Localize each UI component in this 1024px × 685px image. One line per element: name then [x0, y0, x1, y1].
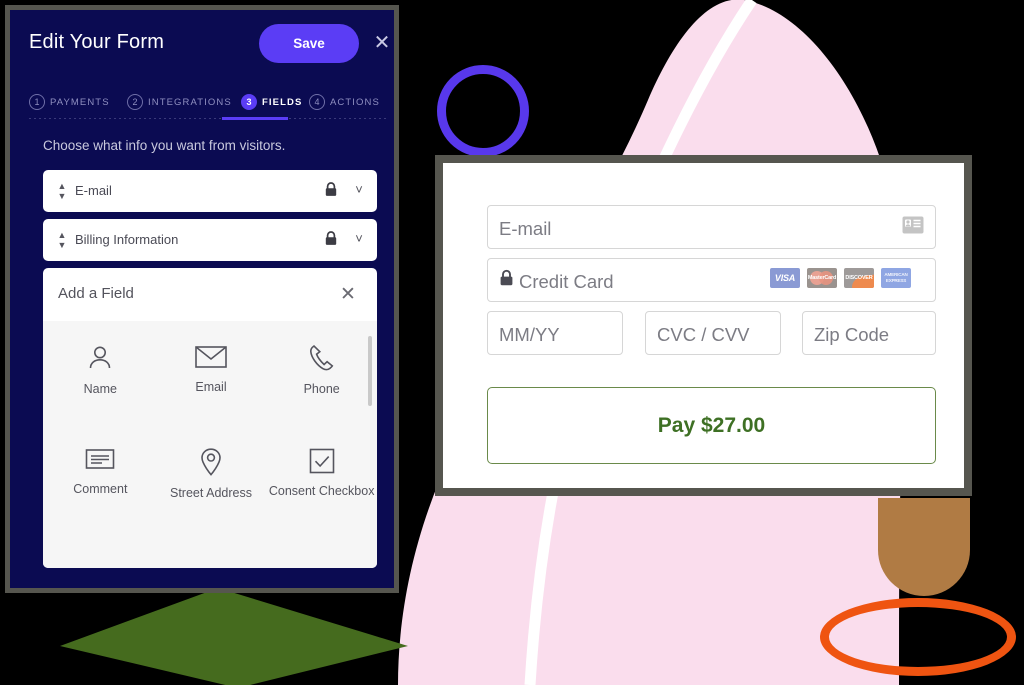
mastercard-logo-text: MasterCard	[807, 275, 837, 281]
cvc-placeholder: CVC / CVV	[657, 324, 750, 345]
field-tile-label: Name	[83, 382, 117, 396]
step-tabs: 1 PAYMENTS 2 INTEGRATIONS 3 FIELDS 4 ACT…	[29, 94, 387, 120]
expiry-placeholder: MM/YY	[499, 324, 560, 345]
visa-logo-text: VISA	[774, 273, 796, 283]
brown-rounded-shape-decoration	[878, 498, 970, 596]
checkout-preview-panel: E-mail Credit Card VISA MasterCard DISCO…	[435, 155, 972, 496]
close-icon[interactable]: ✕	[337, 284, 359, 306]
add-field-title: Add a Field	[58, 285, 134, 302]
field-tile-label: Comment	[73, 482, 128, 496]
field-tile-name[interactable]: Name	[45, 335, 156, 439]
discover-logo-icon: DISCOVER	[844, 268, 874, 288]
visa-logo-icon: VISA	[770, 268, 800, 288]
card-brand-logos: VISA MasterCard DISCOVER AMERICAN EXPRES…	[770, 268, 911, 288]
field-tile-street-address[interactable]: Street Address	[156, 439, 267, 543]
editor-subtitle: Choose what info you want from visitors.	[43, 138, 286, 153]
editor-header: Edit Your Form Save ✕	[10, 10, 394, 82]
tab-payments[interactable]: 1 PAYMENTS	[29, 94, 110, 110]
phone-icon	[309, 344, 334, 371]
form-field-row[interactable]: ▲ ▼ Billing Information ˅	[43, 219, 377, 261]
page-title: Edit Your Form	[29, 31, 165, 53]
comment-lines-icon	[86, 449, 115, 469]
person-icon	[90, 346, 111, 369]
sort-handle-icon[interactable]: ▲ ▼	[56, 181, 68, 201]
contact-card-icon[interactable]	[902, 216, 924, 239]
email-placeholder: E-mail	[499, 218, 552, 239]
discover-logo-text: DISCOVER	[845, 275, 873, 281]
mastercard-logo-icon: MasterCard	[807, 268, 837, 288]
amex-logo-icon: AMERICAN EXPRESS	[881, 268, 911, 288]
lock-icon	[499, 269, 514, 292]
zip-placeholder: Zip Code	[814, 324, 890, 345]
step-label: FIELDS	[262, 96, 303, 108]
field-tile-label: Email	[195, 380, 227, 394]
checkbox-checked-icon	[309, 448, 334, 474]
email-field[interactable]	[487, 205, 936, 249]
form-editor-panel: Edit Your Form Save ✕ 1 PAYMENTS 2 INTEG…	[5, 5, 399, 593]
field-name-label: Billing Information	[75, 232, 179, 247]
active-tab-underline	[222, 117, 288, 120]
step-number: 1	[29, 94, 45, 110]
close-icon[interactable]: ✕	[370, 32, 394, 56]
chevron-down-icon[interactable]: ˅	[351, 231, 367, 247]
amex-logo-text: AMERICAN EXPRESS	[884, 272, 908, 283]
step-label: INTEGRATIONS	[148, 96, 232, 108]
add-field-header: Add a Field ✕	[43, 268, 377, 321]
chevron-down-icon[interactable]: ˅	[351, 182, 367, 198]
step-label: PAYMENTS	[50, 96, 110, 108]
tab-integrations[interactable]: 2 INTEGRATIONS	[127, 94, 232, 110]
field-tile-email[interactable]: Email	[156, 335, 267, 439]
step-number: 2	[127, 94, 143, 110]
orange-ellipse-decoration	[820, 598, 1016, 676]
credit-card-placeholder: Credit Card	[519, 271, 614, 292]
pay-button[interactable]: Pay $27.00	[487, 387, 936, 464]
field-tile-label: Street Address	[169, 486, 252, 500]
add-field-panel: Add a Field ✕ Name Email Phone Comment S…	[43, 268, 377, 568]
tab-fields[interactable]: 3 FIELDS	[241, 94, 302, 110]
field-tile-phone[interactable]: Phone	[266, 335, 377, 439]
field-name-label: E-mail	[75, 183, 112, 198]
lock-icon	[324, 231, 338, 251]
grid-scrollbar[interactable]	[368, 336, 372, 406]
field-tile-consent-checkbox[interactable]: Consent Checkbox	[266, 439, 377, 543]
save-button[interactable]: Save	[259, 24, 359, 63]
field-tile-label: Phone	[303, 382, 340, 396]
sort-handle-icon[interactable]: ▲ ▼	[56, 230, 68, 250]
field-type-grid: Name Email Phone Comment Street Address …	[43, 321, 377, 568]
step-number: 4	[309, 94, 325, 110]
step-divider	[29, 118, 387, 119]
screenshot-canvas: Edit Your Form Save ✕ 1 PAYMENTS 2 INTEG…	[0, 0, 1024, 685]
lock-icon	[324, 182, 338, 202]
field-tile-comment[interactable]: Comment	[45, 439, 156, 543]
step-label: ACTIONS	[330, 96, 380, 108]
envelope-icon	[195, 346, 227, 368]
green-diamond-decoration	[60, 588, 408, 685]
tab-actions[interactable]: 4 ACTIONS	[309, 94, 380, 110]
form-field-row[interactable]: ▲ ▼ E-mail ˅	[43, 170, 377, 212]
map-pin-icon	[201, 448, 221, 476]
purple-ring-decoration	[437, 65, 529, 157]
step-number: 3	[241, 94, 257, 110]
field-tile-label: Consent Checkbox	[268, 484, 375, 498]
